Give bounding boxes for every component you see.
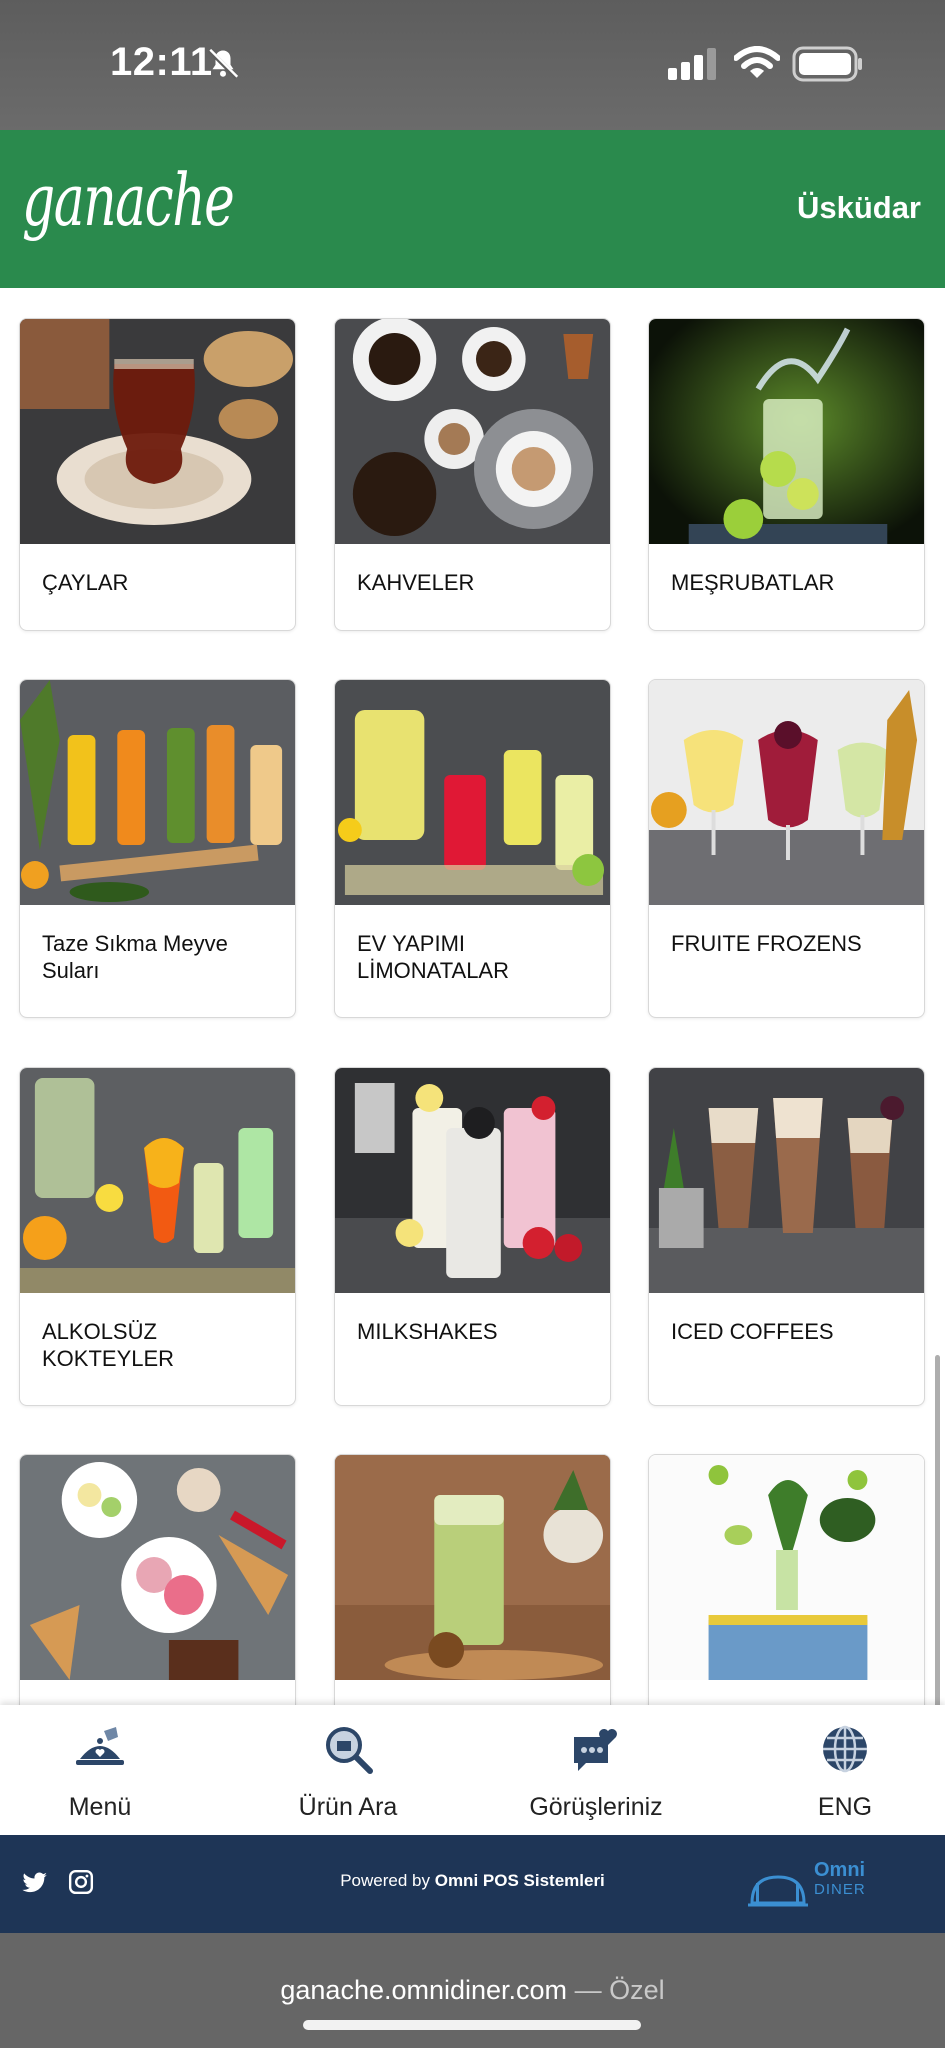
battery-icon bbox=[792, 46, 862, 82]
category-label: MILKSHAKES bbox=[357, 1319, 498, 1344]
nav-menu-label: Menü bbox=[68, 1793, 132, 1821]
powered-prefix: Powered by bbox=[340, 1871, 430, 1890]
mocktails-image bbox=[20, 1068, 295, 1293]
nav-menu[interactable]: Menü bbox=[0, 1705, 200, 1835]
category-label bbox=[20, 1685, 295, 1705]
menu-cloche-icon bbox=[76, 1727, 124, 1765]
category-label: EV YAPIMI LİMONATALAR bbox=[357, 931, 509, 983]
category-card-limonatalar[interactable]: EV YAPIMI LİMONATALAR bbox=[334, 679, 611, 1018]
category-card-fruite-frozens[interactable]: FRUITE FROZENS bbox=[648, 679, 925, 1018]
category-label: ALKOLSÜZ KOKTEYLER bbox=[42, 1319, 175, 1371]
omni-logo-subtext: DINER bbox=[814, 1881, 866, 1898]
category-card-kahveler[interactable]: KAHVELER bbox=[334, 318, 611, 631]
branch-name: Üsküdar bbox=[796, 190, 921, 225]
powered-brand-link[interactable]: Omni POS Sistemleri bbox=[435, 1871, 605, 1890]
category-card-alkolsuz-kokteyler[interactable]: ALKOLSÜZ KOKTEYLER bbox=[19, 1067, 296, 1406]
category-label: MEŞRUBATLAR bbox=[671, 570, 835, 595]
category-card-milkshakes[interactable]: MILKSHAKES bbox=[334, 1067, 611, 1406]
ganache-logo[interactable]: ganache bbox=[22, 158, 235, 242]
category-card-mesrubatlar[interactable]: MEŞRUBATLAR bbox=[648, 318, 925, 631]
category-label bbox=[335, 1685, 610, 1705]
home-indicator[interactable] bbox=[303, 2020, 641, 2030]
feedback-heart-icon bbox=[574, 1729, 617, 1771]
category-label: KAHVELER bbox=[357, 570, 475, 595]
globe-icon bbox=[823, 1725, 867, 1773]
nav-feedback-label: Görüşleriniz bbox=[529, 1793, 663, 1821]
healthy-greens-image bbox=[649, 1455, 924, 1680]
category-grid: ÇAYLAR KAHVELER MEŞRUBATLAR Taze Sıkma M… bbox=[0, 288, 945, 1705]
footer: Powered by Omni POS Sistemleri Omni DINE… bbox=[0, 1835, 945, 1933]
nav-feedback[interactable]: Görüşleriniz bbox=[496, 1705, 696, 1835]
bottom-nav: Menü Ürün Ara Görüşleriniz ENG bbox=[0, 1705, 945, 1835]
url-host: ganache.omnidiner.com bbox=[280, 1975, 568, 2005]
cellular-signal-icon bbox=[668, 48, 716, 80]
nav-product-search[interactable]: Ürün Ara bbox=[248, 1705, 448, 1835]
category-label: FRUITE FROZENS bbox=[671, 931, 862, 956]
tea-glass-image bbox=[20, 319, 295, 544]
frozen-drinks-image bbox=[649, 680, 924, 905]
product-search-icon bbox=[326, 1727, 373, 1774]
fresh-juices-image bbox=[20, 680, 295, 905]
category-label: ÇAYLAR bbox=[42, 570, 129, 595]
green-drink-image bbox=[335, 1455, 610, 1680]
nav-product-search-label: Ürün Ara bbox=[298, 1793, 398, 1821]
milkshakes-image bbox=[335, 1068, 610, 1293]
coffee-cups-image bbox=[335, 319, 610, 544]
ice-cream-image bbox=[20, 1455, 295, 1680]
category-label: Taze Sıkma Meyve Suları bbox=[42, 931, 228, 983]
category-label: ICED COFFEES bbox=[671, 1319, 834, 1344]
category-card-ice-cream[interactable] bbox=[19, 1454, 296, 1705]
category-card-healthy-greens[interactable] bbox=[648, 1454, 925, 1705]
omni-logo-text: Omni bbox=[814, 1859, 866, 1881]
category-card-caylar[interactable]: ÇAYLAR bbox=[19, 318, 296, 631]
private-mode-label: — Özel bbox=[574, 1975, 665, 2005]
category-label bbox=[649, 1685, 924, 1705]
browser-url-bar[interactable]: ganache.omnidiner.com — Özel bbox=[0, 1933, 945, 2048]
status-bar: 12:11 bbox=[0, 0, 945, 130]
nav-language[interactable]: ENG bbox=[745, 1705, 945, 1835]
iced-coffees-image bbox=[649, 1068, 924, 1293]
wifi-icon bbox=[734, 46, 780, 78]
url-display[interactable]: ganache.omnidiner.com — Özel bbox=[0, 1975, 945, 2006]
app-header: ganache Üsküdar bbox=[0, 130, 945, 288]
splashing-soda-image bbox=[649, 319, 924, 544]
category-card-green-drink[interactable] bbox=[334, 1454, 611, 1705]
nav-language-label: ENG bbox=[817, 1793, 873, 1821]
category-card-iced-coffees[interactable]: ICED COFFEES bbox=[648, 1067, 925, 1406]
category-card-taze-sikma[interactable]: Taze Sıkma Meyve Suları bbox=[19, 679, 296, 1018]
status-time: 12:11 bbox=[110, 40, 213, 84]
homemade-lemonades-image bbox=[335, 680, 610, 905]
bell-off-icon bbox=[207, 48, 239, 80]
